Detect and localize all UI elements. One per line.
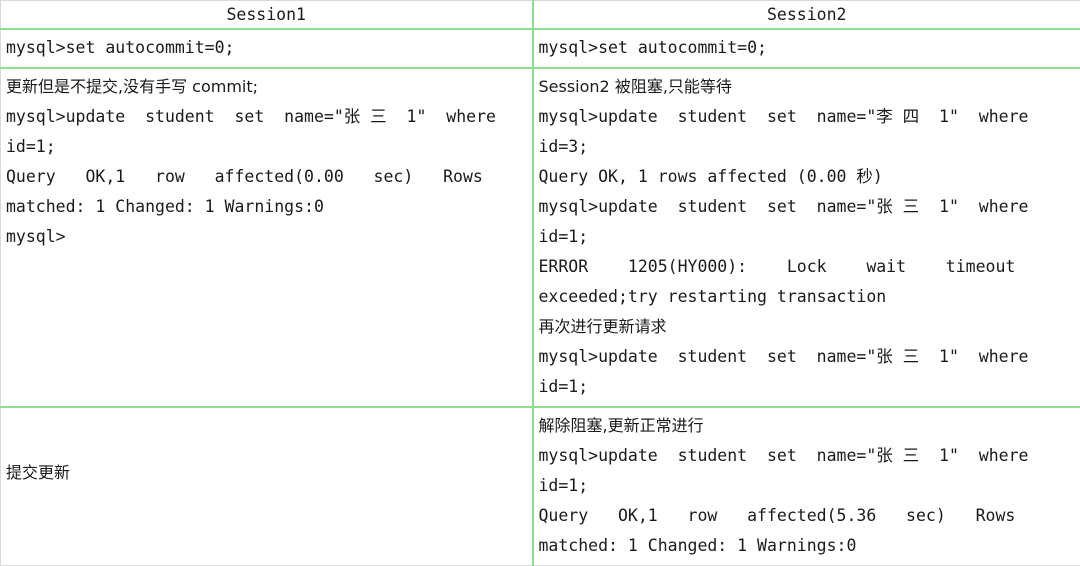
session-comparison-table-container: Session1 Session2 mysql>set autocommit=0… <box>0 0 1080 533</box>
session-comparison-table: Session1 Session2 mysql>set autocommit=0… <box>0 0 1080 566</box>
console-line: matched: 1 Changed: 1 Warnings:0 <box>539 531 1075 561</box>
console-line: Query OK, 1 rows affected (0.00 秒) <box>539 162 1075 192</box>
console-line: matched: 1 Changed: 1 Warnings:0 <box>6 192 526 222</box>
cell-content: 更新但是不提交,没有手写 commit; mysql>update studen… <box>1 69 532 256</box>
console-line: mysql>update student set name="张 三 1" wh… <box>6 102 526 132</box>
console-line: mysql>set autocommit=0; <box>6 33 526 63</box>
cell-content: mysql>set autocommit=0; <box>1 30 532 67</box>
console-line: mysql>update student set name="李 四 1" wh… <box>539 102 1075 132</box>
console-line: Query OK,1 row affected(0.00 sec) Rows <box>6 162 526 192</box>
annotation-line: 更新但是不提交,没有手写 commit; <box>6 72 526 102</box>
console-line: id=1; <box>539 471 1075 501</box>
table-row: 更新但是不提交,没有手写 commit; mysql>update studen… <box>1 68 1080 407</box>
table-row: mysql>set autocommit=0; mysql>set autoco… <box>1 29 1080 68</box>
cell-content: 提交更新 <box>1 408 532 538</box>
console-line: id=1; <box>539 372 1075 402</box>
annotation-line: Session2 被阻塞,只能等待 <box>539 72 1075 102</box>
cell-session1-autocommit: mysql>set autocommit=0; <box>1 29 533 68</box>
cell-session2-unblocked: 解除阻塞,更新正常进行 mysql>update student set nam… <box>533 407 1080 566</box>
console-line: Query OK,1 row affected(5.36 sec) Rows <box>539 501 1075 531</box>
annotation-line: 提交更新 <box>6 458 70 488</box>
cell-content: mysql>set autocommit=0; <box>534 30 1080 67</box>
console-line: mysql>update student set name="张 三 1" wh… <box>539 342 1075 372</box>
console-line: id=1; <box>539 222 1075 252</box>
table-body: mysql>set autocommit=0; mysql>set autoco… <box>1 29 1080 566</box>
cell-content: 解除阻塞,更新正常进行 mysql>update student set nam… <box>534 408 1080 565</box>
table-row: 提交更新 解除阻塞,更新正常进行 mysql>update student se… <box>1 407 1080 566</box>
cell-session2-blocked: Session2 被阻塞,只能等待 mysql>update student s… <box>533 68 1080 407</box>
cell-session2-autocommit: mysql>set autocommit=0; <box>533 29 1080 68</box>
column-header-session2-label: Session2 <box>767 5 846 24</box>
column-header-session1-label: Session1 <box>227 5 306 24</box>
console-line-error: ERROR 1205(HY000): Lock wait timeout <box>539 252 1075 282</box>
console-line: mysql>update student set name="张 三 1" wh… <box>539 192 1075 222</box>
column-header-session2: Session2 <box>533 1 1080 30</box>
column-header-session1: Session1 <box>1 1 533 30</box>
console-line-error-cont: exceeded;try restarting transaction <box>539 282 1075 312</box>
console-line: id=3; <box>539 132 1075 162</box>
console-line: mysql> <box>6 222 526 252</box>
cell-session1-update-no-commit: 更新但是不提交,没有手写 commit; mysql>update studen… <box>1 68 533 407</box>
cell-content: Session2 被阻塞,只能等待 mysql>update student s… <box>534 69 1080 406</box>
annotation-line: 解除阻塞,更新正常进行 <box>539 411 1075 441</box>
console-line: mysql>set autocommit=0; <box>539 33 1075 63</box>
table-header-row: Session1 Session2 <box>1 1 1080 30</box>
console-line: mysql>update student set name="张 三 1" wh… <box>539 441 1075 471</box>
console-line: id=1; <box>6 132 526 162</box>
annotation-line: 再次进行更新请求 <box>539 312 1075 342</box>
cell-session1-commit: 提交更新 <box>1 407 533 566</box>
table-header: Session1 Session2 <box>1 1 1080 30</box>
